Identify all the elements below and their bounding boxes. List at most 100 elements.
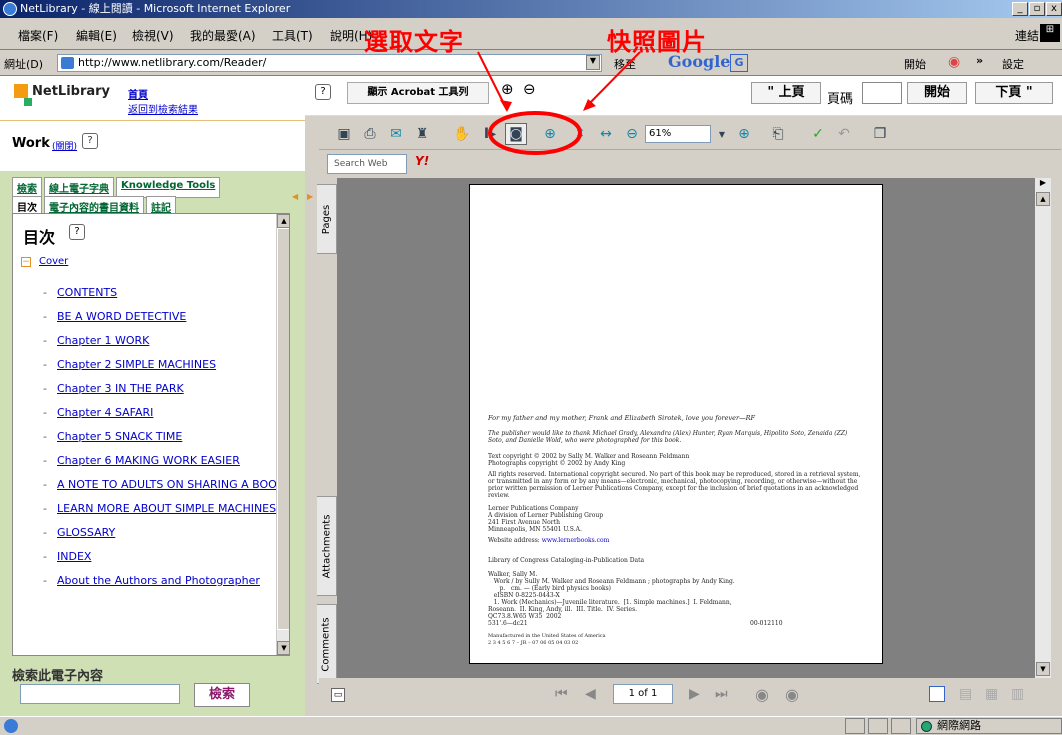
zoom-in-icon[interactable]: ⊕	[501, 80, 514, 98]
first-page-icon[interactable]: ⏮	[555, 686, 568, 702]
pdf-website[interactable]: www.lernerbooks.com	[542, 537, 610, 544]
scroll-down-icon[interactable]: ▼	[277, 641, 289, 655]
zoom-minus-icon[interactable]: ⊖	[621, 123, 643, 145]
continuous-facing-icon[interactable]: ▥	[1011, 686, 1024, 702]
toc-item[interactable]: - GLOSSARY	[43, 526, 115, 539]
toc-item[interactable]: - BE A WORD DETECTIVE	[43, 310, 186, 323]
go-page-button[interactable]: 開始	[907, 82, 967, 104]
pages-menu-icon[interactable]: ⎗	[767, 123, 789, 145]
toc-item[interactable]: - About the Authors and Photographer	[43, 574, 260, 587]
toc-item[interactable]: - CONTENTS	[43, 286, 117, 299]
google-settings-button[interactable]: 設定	[1002, 56, 1024, 72]
toc-item[interactable]: - Chapter 6 MAKING WORK EASIER	[43, 454, 240, 467]
toc-item[interactable]: - Chapter 3 IN THE PARK	[43, 382, 184, 395]
tab-attachments[interactable]: Attachments	[317, 496, 337, 596]
fit-width-icon[interactable]: ↔	[595, 123, 617, 145]
doc-scroll-up-icon[interactable]: ▲	[1036, 192, 1050, 206]
home-link[interactable]: 首頁	[128, 86, 148, 101]
toc-item[interactable]: - Chapter 4 SAFARI	[43, 406, 153, 419]
viewer-help-icon[interactable]: ?	[315, 84, 331, 100]
ie-icon	[3, 2, 17, 16]
toc-item[interactable]: - Chapter 5 SNACK TIME	[43, 430, 182, 443]
google-g-icon[interactable]: G	[730, 54, 748, 72]
toc-item[interactable]: - INDEX	[43, 550, 91, 563]
toc-item[interactable]: - Chapter 2 SIMPLE MACHINES	[43, 358, 216, 371]
undo-icon[interactable]: ↶	[833, 123, 855, 145]
tab-knowledge-tools[interactable]: Knowledge Tools	[116, 177, 221, 198]
hand-tool-icon[interactable]: ✋	[451, 123, 473, 145]
menu-edit[interactable]: 編輯(E)	[76, 27, 117, 44]
search-content-button[interactable]: 檢索	[194, 683, 250, 707]
zoom-tool-icon[interactable]: ⊕	[539, 123, 561, 145]
page-indicator[interactable]: 1 of 1	[613, 684, 673, 704]
doc-scroll-down-icon[interactable]: ▼	[1036, 662, 1050, 676]
facing-icon[interactable]: ▦	[985, 686, 998, 702]
zoom-out-icon[interactable]: ⊖	[523, 80, 536, 98]
menu-view[interactable]: 檢視(V)	[132, 27, 174, 44]
scroll-thumb[interactable]	[277, 228, 289, 630]
zoom-plus-icon[interactable]: ⊕	[733, 123, 755, 145]
snapshot-icon[interactable]: ◙	[505, 123, 527, 145]
toc-cover[interactable]: Cover	[39, 256, 68, 267]
email-icon[interactable]: ✉	[385, 123, 407, 145]
address-dropdown-icon[interactable]: ▼	[586, 55, 600, 70]
next-page-icon[interactable]: ▶	[689, 686, 700, 702]
tab-dictionary[interactable]: 線上電子字典	[44, 177, 114, 198]
document-area[interactable]: For my father and my mother, Frank and E…	[337, 178, 1051, 678]
menu-file[interactable]: 檔案(F)	[18, 27, 58, 44]
zoom-level-input[interactable]: 61%	[645, 125, 711, 143]
menu-tools[interactable]: 工具(T)	[272, 27, 313, 44]
address-input[interactable]: http://www.netlibrary.com/Reader/	[57, 54, 602, 72]
expand-arrow-icon[interactable]: ▶	[307, 192, 313, 201]
tab-search[interactable]: 檢索	[12, 177, 42, 198]
document-scrollbar[interactable]: ▶ ▲ ▼	[1035, 178, 1051, 678]
show-acrobat-toolbar-button[interactable]: 顯示 Acrobat 工具列	[347, 82, 489, 104]
back-to-results-link[interactable]: 返回到檢索結果	[128, 101, 198, 116]
help-icon[interactable]: ?	[82, 133, 98, 149]
zoom-dropdown-icon[interactable]: ▼	[711, 123, 733, 145]
pagerank-icon[interactable]: ◉	[948, 54, 960, 70]
doc-scroll-arrow-icon[interactable]: ▶	[1035, 178, 1051, 192]
next-page-button[interactable]: 下頁 "	[975, 82, 1053, 104]
restore-button[interactable]: ▫	[1029, 2, 1045, 16]
links-label[interactable]: 連結	[1015, 27, 1039, 44]
close-book-link[interactable]: (關閉)	[52, 139, 77, 152]
copy-icon[interactable]: ❐	[869, 123, 891, 145]
last-page-icon[interactable]: ⏭	[715, 686, 728, 702]
window-title-bar[interactable]: NetLibrary - 線上閱讀 - Microsoft Internet E…	[0, 0, 1062, 18]
scroll-up-icon[interactable]: ▲	[277, 214, 289, 228]
minimize-button[interactable]: _	[1012, 2, 1028, 16]
go-back-icon[interactable]: ◉	[755, 685, 769, 704]
go-forward-icon[interactable]: ◉	[785, 685, 799, 704]
google-start-button[interactable]: 開始	[904, 56, 926, 72]
single-page-icon[interactable]	[929, 686, 945, 702]
toc-scrollbar[interactable]: ▲ ▼	[276, 214, 289, 655]
menu-favorites[interactable]: 我的最愛(A)	[190, 27, 256, 44]
find-icon[interactable]: ♜	[411, 123, 433, 145]
page-number-input[interactable]	[862, 82, 902, 104]
select-text-icon[interactable]: I▸	[479, 123, 501, 145]
print-icon[interactable]: ⎙	[359, 123, 381, 145]
close-window-button[interactable]: x	[1046, 2, 1062, 16]
toc-item[interactable]: - LEARN MORE ABOUT SIMPLE MACHINES	[43, 502, 276, 515]
toc-item[interactable]: -A NOTE TO ADULTS ON SHARING A BOOK	[43, 478, 284, 491]
toc-help-icon[interactable]: ?	[69, 224, 85, 240]
search-content-input[interactable]	[20, 684, 180, 704]
continuous-icon[interactable]: ▤	[959, 686, 972, 702]
yahoo-icon[interactable]: Y!	[415, 154, 429, 168]
collapse-arrow-icon[interactable]: ◀	[292, 192, 298, 201]
panel-toggle-icon[interactable]: ▭	[331, 688, 345, 702]
collapse-node-icon[interactable]: −	[21, 257, 31, 267]
fit-page-icon[interactable]: ↕	[569, 123, 591, 145]
spell-check-icon[interactable]: ✓	[807, 123, 829, 145]
prev-page-icon[interactable]: ◀	[585, 686, 596, 702]
go-button[interactable]: 移至	[614, 56, 636, 72]
tab-comments[interactable]: Comments	[317, 604, 337, 684]
prev-page-button[interactable]: " 上頁	[751, 82, 821, 104]
toc-item[interactable]: - Chapter 1 WORK	[43, 334, 149, 347]
more-chevron-icon[interactable]: »	[976, 54, 983, 67]
tab-pages[interactable]: Pages	[317, 184, 337, 254]
search-web-input[interactable]: Search Web	[327, 154, 407, 174]
toc-panel[interactable]: 目次 ? − Cover - CONTENTS - BE A WORD DETECTI…	[12, 213, 290, 656]
save-icon[interactable]: ▣	[333, 123, 355, 145]
